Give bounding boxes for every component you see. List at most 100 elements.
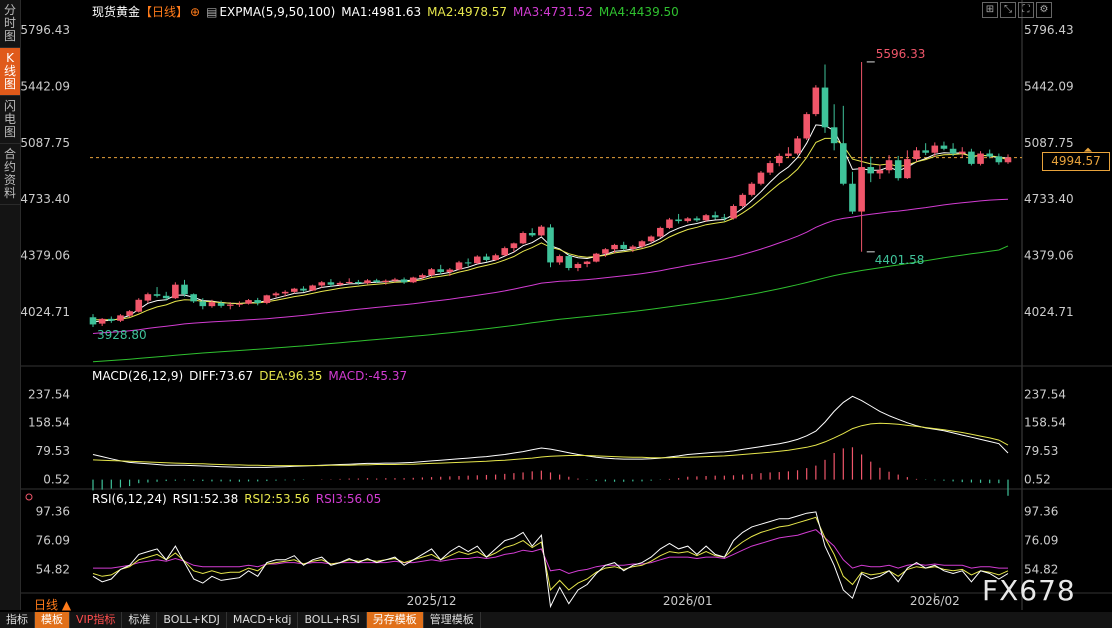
fullscreen-icon[interactable]: ⛶ [1018,2,1034,18]
add-indicator-icon[interactable]: ⊕ [190,5,200,19]
tab-kline[interactable]: K线图 [0,48,20,96]
candle-body [281,291,289,294]
toolbar-save-template[interactable]: 另存模板 [366,612,424,628]
macd-tick-right: 79.53 [1024,444,1058,458]
period-selector[interactable]: 日线 ▲ [34,596,71,613]
candle-body [949,148,957,154]
candle-body [711,215,719,218]
layout-icon[interactable]: ⊞ [982,2,998,18]
zoom-icon[interactable]: ⤡ [1000,2,1016,18]
candle-body [739,194,746,206]
toolbar-vip-indicators[interactable]: VIP指标 [70,612,123,628]
candle-body [812,87,820,115]
macd-line-dea [92,422,1009,467]
tab-contract-info[interactable]: 合约资料 [0,144,20,205]
rsi-name: RSI(6,12,24) [92,492,167,506]
candle-body [409,277,417,283]
candle-body [821,87,829,128]
macd-tick-right: 237.54 [1024,387,1066,401]
candle-body [336,282,344,285]
macd-diff: DIFF:73.67 [189,369,254,383]
candle-body [940,145,948,149]
candle-body [272,293,280,296]
price-tick-right: 4733.40 [1024,192,1074,206]
candle-body [382,280,390,282]
rsi-line-rsi1 [92,511,1009,609]
candle-body [830,127,838,144]
candle-body [135,299,143,312]
candle-body [785,153,792,156]
candle-body [794,138,801,154]
ma2-value: MA2:4978.57 [427,5,508,19]
candle-body [931,145,939,153]
low-label: 4401.58 [875,253,925,267]
candle-body [162,295,170,299]
candle-body [208,302,216,307]
window-controls: ⊞ ⤡ ⛶ ⚙ [982,2,1052,18]
rsi-tick-right: 97.36 [1024,504,1058,518]
candle-body [300,288,307,291]
candle-body [519,233,527,244]
candle-body [199,301,207,307]
candle-body [153,294,161,296]
watermark-logo: FX678 [982,574,1076,607]
candle-body [638,241,646,247]
macd-tick-left: 0.52 [43,472,70,486]
candle-body [666,219,673,228]
price-tick-left: 4379.06 [21,248,70,262]
candle-body [126,311,133,316]
candle-body [968,151,975,164]
macd-tick-left: 158.54 [28,416,70,430]
candle-body [702,215,710,221]
macd-tick-left: 79.53 [36,444,70,458]
candle-body [958,151,966,154]
price-tick-right: 5087.75 [1024,136,1074,150]
toolbar-macd-kdj[interactable]: MACD+kdj [227,612,299,628]
tab-timeshare[interactable]: 分时图 [0,0,20,48]
candle-body [913,150,920,160]
toolbar-boll-kdj[interactable]: BOLL+KDJ [157,612,227,628]
candle-body [181,284,188,295]
sidebar: 分时图 K线图 闪电图 合约资料 [0,0,21,610]
candle-body [226,304,234,306]
price-tick-left: 4733.40 [21,192,70,206]
price-marker-icon [1084,147,1092,152]
macd-value: MACD:-45.37 [328,369,408,383]
rsi-tick-right: 76.09 [1024,534,1058,548]
indicator-icon[interactable]: ▤ [206,5,217,19]
toolbar-manage-template[interactable]: 管理模板 [424,612,481,628]
rsi3-value: RSI3:56.05 [315,492,382,506]
bottom-toolbar: 指标 模板 VIP指标 标准 BOLL+KDJ MACD+kdj BOLL+RS… [0,612,1112,628]
candle-body [89,317,97,325]
current-price-tag: 4994.57 [1042,152,1110,171]
tab-flash[interactable]: 闪电图 [0,96,20,144]
candle-body [309,285,316,291]
chart-area[interactable]: 5796.43 5796.43 5442.09 5442.09 5087.75 5087.… [21,0,1112,610]
macd-header: MACD(26,12,9) DIFF:73.67 DEA:96.35 MACD:-45… [92,369,413,383]
candle-body [455,262,463,270]
candle-body [474,256,481,264]
candle-body [629,246,637,249]
candle-body [840,143,847,184]
toolbar-indicators[interactable]: 指标 [0,612,35,628]
toolbar-boll-rsi[interactable]: BOLL+RSI [298,612,367,628]
candle-body [400,279,408,283]
price-tick-left: 4024.71 [21,305,70,319]
toolbar-template[interactable]: 模板 [35,612,70,628]
settings-icon[interactable]: ⚙ [1036,2,1052,18]
period-tag[interactable]: 【日线】 [140,5,188,19]
candle-body [419,275,426,278]
candle-body [1004,157,1012,163]
candle-body [355,281,362,284]
candle-body [446,269,454,272]
candle-body [428,269,435,276]
main-header: 现货黄金【日线】 ⊕ ▤ EXPMA(5,9,50,100) MA1:4981.63 MA… [92,3,685,20]
toolbar-standard[interactable]: 标准 [122,612,158,628]
instrument-title: 现货黄金 [92,5,141,19]
candle-body [98,318,106,324]
candle-body [364,280,371,284]
candle-body [172,284,179,299]
rsi-dot-icon [25,493,33,501]
macd-name: MACD(26,12,9) [92,369,184,383]
candle-body [876,170,884,174]
